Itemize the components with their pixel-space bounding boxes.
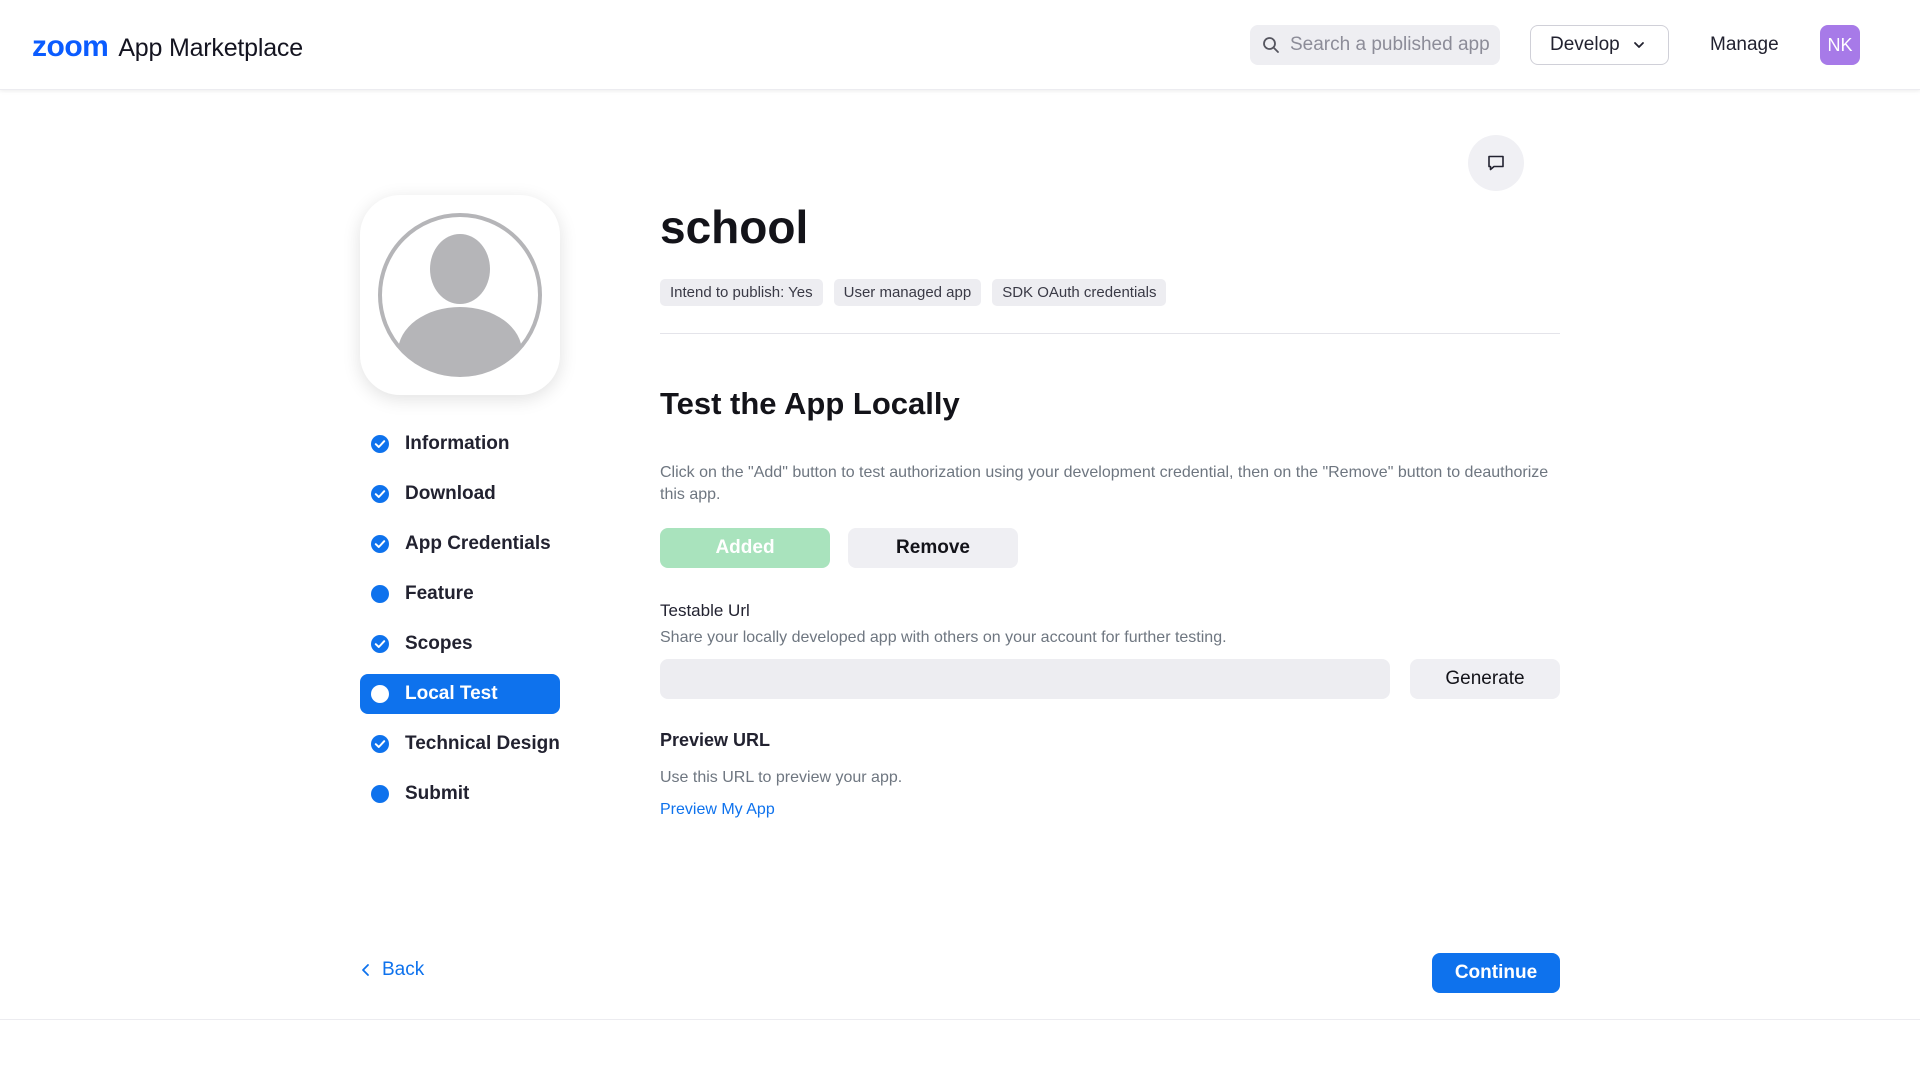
generate-button[interactable]: Generate xyxy=(1410,659,1560,699)
auth-button-row: Added Remove xyxy=(660,528,1560,568)
nav-item-label: Download xyxy=(405,483,496,504)
brand-logo[interactable]: zoom App Marketplace xyxy=(32,30,303,64)
testable-url-label: Testable Url xyxy=(660,601,750,620)
nav-item-label: Local Test xyxy=(405,683,498,704)
preview-my-app-link[interactable]: Preview My App xyxy=(660,801,775,819)
check-circle-icon xyxy=(371,435,389,453)
section-description: Click on the "Add" button to test author… xyxy=(660,464,1549,503)
section-title: Test the App Locally xyxy=(660,386,960,421)
testable-url-row: Generate xyxy=(660,659,1560,699)
feedback-button[interactable] xyxy=(1468,135,1524,191)
preview-url-help: Use this URL to preview your app. xyxy=(660,769,903,786)
app-tags: Intend to publish: Yes User managed app … xyxy=(660,279,1560,306)
chevron-down-icon xyxy=(1633,42,1644,48)
app-title: school xyxy=(660,201,809,253)
continue-button[interactable]: Continue xyxy=(1432,953,1560,993)
search-icon xyxy=(1263,37,1279,53)
search-input[interactable] xyxy=(1290,34,1495,56)
search-box[interactable] xyxy=(1250,25,1500,65)
top-header: zoom App Marketplace Develop Manage NK xyxy=(0,0,1920,90)
nav-item-scopes[interactable]: Scopes xyxy=(360,624,560,664)
brand-name: App Marketplace xyxy=(118,34,303,62)
nav-item-label: Scopes xyxy=(405,633,473,654)
nav-item-label: Information xyxy=(405,433,510,454)
nav-item-label: Technical Design xyxy=(405,733,560,754)
user-avatar[interactable]: NK xyxy=(1820,25,1860,65)
chevron-left-icon xyxy=(362,964,369,976)
section-divider xyxy=(660,333,1560,334)
nav-item-technical-design[interactable]: Technical Design xyxy=(360,724,560,764)
dot-circle-icon xyxy=(371,585,389,603)
zoom-logo: zoom xyxy=(32,30,109,63)
nav-item-label: Feature xyxy=(405,583,474,604)
remove-button[interactable]: Remove xyxy=(848,528,1018,568)
nav-item-label: Submit xyxy=(405,783,470,804)
develop-dropdown[interactable]: Develop xyxy=(1530,25,1669,65)
nav-item-label: App Credentials xyxy=(405,533,551,554)
footer-divider xyxy=(0,1019,1920,1020)
check-circle-icon xyxy=(371,735,389,753)
user-placeholder-icon xyxy=(378,213,542,377)
develop-label: Develop xyxy=(1550,34,1620,55)
dot-circle-icon xyxy=(371,785,389,803)
active-step-icon xyxy=(371,685,389,703)
nav-item-app-credentials[interactable]: App Credentials xyxy=(360,524,560,564)
tag-badge: Intend to publish: Yes xyxy=(660,279,823,306)
nav-item-feature[interactable]: Feature xyxy=(360,574,560,614)
nav-item-submit[interactable]: Submit xyxy=(360,774,560,814)
testable-url-input[interactable] xyxy=(660,659,1390,699)
tag-badge: User managed app xyxy=(833,279,982,306)
back-label: Back xyxy=(382,959,425,980)
chat-bubble-icon xyxy=(1488,155,1504,171)
check-circle-icon xyxy=(371,635,389,653)
app-icon xyxy=(360,195,560,395)
check-circle-icon xyxy=(371,485,389,503)
main-content: school Intend to publish: Yes User manag… xyxy=(660,195,1560,819)
step-navigation: Information Download App Credentials Fea… xyxy=(360,424,560,824)
added-button[interactable]: Added xyxy=(660,528,830,568)
nav-item-download[interactable]: Download xyxy=(360,474,560,514)
preview-url-title: Preview URL xyxy=(660,730,771,750)
manage-link[interactable]: Manage xyxy=(1710,34,1779,56)
nav-item-information[interactable]: Information xyxy=(360,424,560,464)
nav-item-local-test[interactable]: Local Test xyxy=(360,674,560,714)
tag-badge: SDK OAuth credentials xyxy=(992,279,1167,306)
check-circle-icon xyxy=(371,535,389,553)
back-button[interactable]: Back xyxy=(360,959,424,981)
testable-url-help: Share your locally developed app with ot… xyxy=(660,629,1227,646)
